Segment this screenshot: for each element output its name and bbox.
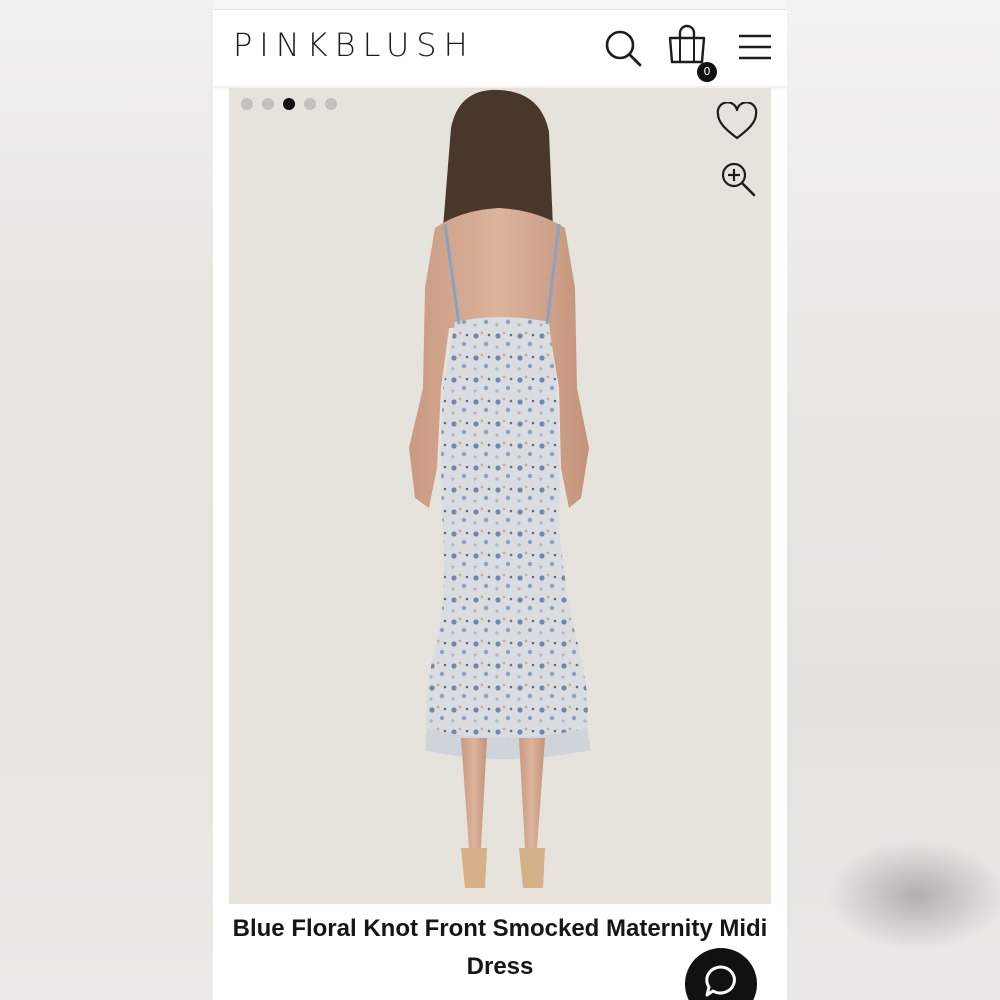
gallery-dot[interactable]: [241, 98, 253, 110]
product-photo: [229, 88, 771, 904]
gallery-dot[interactable]: [304, 98, 316, 110]
gallery-dot-active[interactable]: [283, 98, 295, 110]
search-icon[interactable]: [601, 26, 645, 70]
blurred-background-right: [787, 0, 1000, 1000]
blurred-background-left: [0, 0, 213, 1000]
product-image-gallery[interactable]: [229, 88, 771, 904]
top-strip: [213, 0, 787, 10]
brand-logo[interactable]: PINKBLUSH: [233, 26, 475, 64]
gallery-dot[interactable]: [262, 98, 274, 110]
site-header: PINKBLUSH 0: [213, 10, 787, 86]
gallery-dot[interactable]: [325, 98, 337, 110]
hamburger-menu-icon[interactable]: [733, 26, 777, 70]
cart-count-badge: 0: [697, 62, 717, 82]
mobile-page: PINKBLUSH 0 Blue Floral Knot Front Smock…: [213, 0, 787, 1000]
gallery-pagination-dots: [241, 98, 337, 110]
chat-bubble-icon: [705, 965, 736, 997]
shopping-bag-icon[interactable]: [665, 24, 709, 68]
zoom-in-icon[interactable]: [719, 160, 757, 198]
heart-icon[interactable]: [715, 102, 759, 142]
